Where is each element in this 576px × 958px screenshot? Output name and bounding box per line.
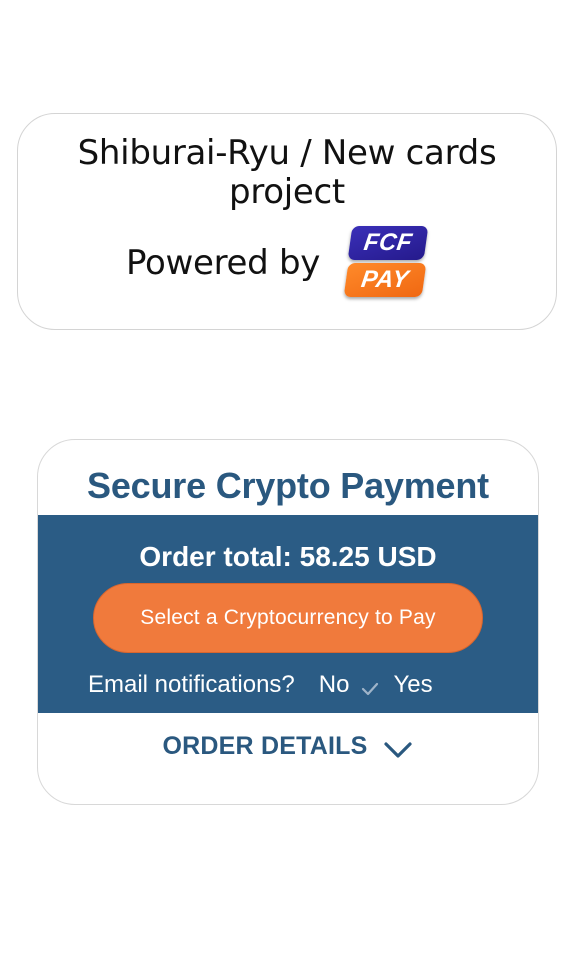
fcf-logo-top: FCF [347,226,429,260]
payment-title: Secure Crypto Payment [87,465,489,506]
payment-card: Secure Crypto Payment Order total: 58.25… [37,439,539,805]
fcf-pay-logo: FCF PAY [343,223,430,303]
order-details-toggle[interactable]: ORDER DETAILS [38,732,538,761]
fcf-logo-bottom: PAY [343,263,427,297]
chevron-down-icon [383,740,413,760]
fcf-logo-top-text: FCF [362,229,415,256]
email-notifications-label: Email notifications? [88,671,295,698]
fcf-logo-bottom-text: PAY [359,266,411,293]
email-notifications-row: Email notifications? No Yes [88,670,433,700]
check-icon [361,677,379,696]
project-header-card: Shiburai-Ryu / New cards project Powered… [17,113,557,330]
select-cryptocurrency-button[interactable]: Select a Cryptocurrency to Pay [93,583,483,653]
powered-by-label: Powered by [126,243,321,283]
powered-by-row: Powered by FCF PAY [126,223,430,303]
email-option-yes[interactable]: Yes [393,671,432,699]
order-panel: Order total: 58.25 USD Select a Cryptocu… [38,515,538,713]
order-total: Order total: 58.25 USD [139,541,437,572]
order-details-label: ORDER DETAILS [162,732,368,760]
project-title: Shiburai-Ryu / New cards project [77,133,497,212]
email-option-no[interactable]: No [319,671,350,699]
